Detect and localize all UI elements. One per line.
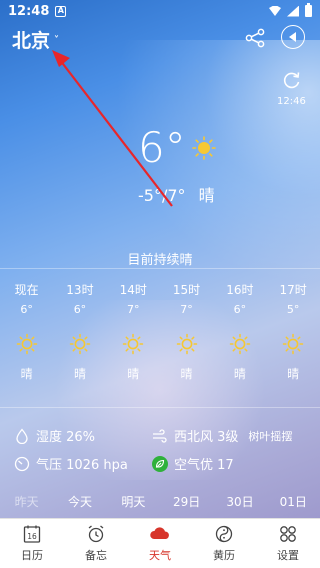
chevron-down-icon: ˅ — [54, 35, 60, 46]
calendar-icon: 16 — [23, 525, 41, 543]
pressure-item: 气压 1026 hpa — [14, 454, 128, 473]
day-tab[interactable]: 明天 — [107, 493, 160, 510]
humidity-item: 湿度 26% — [14, 426, 95, 445]
sun-icon — [69, 333, 91, 355]
day-selector: 昨天 今天 明天 29日 30日 01日 — [0, 484, 320, 518]
wind-text: 西北风 3级 — [174, 430, 239, 445]
city-name: 北京 — [12, 30, 51, 52]
hour-temp: 5° — [286, 303, 300, 316]
notification-icon: A — [55, 5, 67, 17]
wifi-icon — [269, 6, 281, 16]
hour-label: 17时 — [279, 283, 307, 297]
bottom-tab-bar: 16 日历 备忘 天气 黄历 设置 — [0, 518, 320, 568]
hourly-item: 13时 6° 晴 — [53, 269, 106, 381]
settings-grid-icon — [280, 526, 296, 542]
tab-label: 日历 — [21, 549, 43, 562]
refresh-time: 12:46 — [277, 96, 306, 107]
trend-text: 目前持续晴 — [127, 253, 193, 268]
hourly-forecast: 现在 6° 晴 13时 6° 晴 14时 7° 晴 15时 7° 晴 16时 6° 晴 17时 5° — [0, 268, 320, 381]
wind-item: 西北风 3级 树叶摇摆 — [152, 426, 292, 445]
hour-temp: 6° — [20, 303, 33, 316]
status-bar: 12:48 A — [0, 0, 320, 22]
hour-label: 14时 — [119, 283, 147, 297]
hour-temp: 6° — [73, 303, 87, 316]
current-temp: 6° — [138, 123, 186, 172]
current-condition: 晴 — [198, 186, 215, 205]
tab-settings[interactable]: 设置 — [256, 519, 320, 568]
hour-condition: 晴 — [127, 367, 140, 381]
range-value: -5°/7° — [138, 186, 186, 205]
hour-condition: 晴 — [233, 367, 246, 381]
status-time: 12:48 — [8, 3, 50, 19]
speaker-icon[interactable] — [281, 25, 305, 49]
tab-label: 备忘 — [85, 549, 107, 562]
hour-temp: 7° — [126, 303, 140, 316]
humidity-text: 湿度 26% — [36, 430, 96, 445]
hour-condition: 晴 — [180, 367, 193, 381]
day-tab[interactable]: 01日 — [267, 493, 320, 510]
tab-weather[interactable]: 天气 — [128, 519, 192, 568]
tab-label: 黄历 — [213, 549, 235, 562]
wind-icon — [153, 428, 167, 443]
pressure-text: 气压 1026 hpa — [36, 458, 128, 473]
city-selector[interactable]: 北京 ˅ — [12, 26, 59, 53]
tab-label: 天气 — [149, 549, 171, 562]
air-quality-item[interactable]: 空气优 17 — [152, 454, 234, 473]
hour-label: 16时 — [226, 283, 254, 297]
hourly-item: 15时 7° 晴 — [160, 269, 213, 381]
hourly-item: 17时 5° 晴 — [266, 269, 319, 381]
tab-memo[interactable]: 备忘 — [64, 519, 128, 568]
hour-label: 现在 — [14, 283, 39, 297]
wind-desc: 树叶摇摆 — [248, 429, 293, 443]
hour-label: 13时 — [66, 283, 94, 297]
alarm-clock-icon — [88, 525, 104, 543]
gauge-icon — [14, 456, 30, 471]
weather-details: 湿度 26% 西北风 3级 树叶摇摆 气压 1026 hpa 空气优 17 — [0, 407, 320, 483]
day-tab[interactable]: 29日 — [160, 493, 213, 510]
hour-condition: 晴 — [73, 367, 86, 381]
hour-temp: 6° — [233, 303, 247, 316]
tab-almanac[interactable]: 黄历 — [192, 519, 256, 568]
sun-icon — [16, 333, 37, 355]
day-tab[interactable]: 今天 — [53, 493, 106, 510]
temp-range: -5°/7° 晴 — [138, 182, 215, 206]
calendar-badge: 16 — [27, 532, 37, 541]
refresh-icon[interactable] — [282, 70, 302, 90]
tab-label: 设置 — [277, 549, 299, 562]
hour-condition: 晴 — [20, 367, 33, 381]
battery-icon — [305, 3, 312, 17]
share-icon[interactable] — [244, 28, 266, 48]
hourly-item: 现在 6° 晴 — [0, 269, 53, 381]
hour-temp: 7° — [180, 303, 193, 316]
day-tab[interactable]: 昨天 — [0, 493, 53, 510]
yin-yang-icon — [215, 525, 233, 543]
day-tab[interactable]: 30日 — [213, 493, 266, 510]
hourly-item: 16时 6° 晴 — [213, 269, 266, 381]
tab-calendar[interactable]: 16 日历 — [0, 519, 64, 568]
cloud-icon — [150, 527, 169, 539]
sun-icon — [191, 136, 216, 160]
sun-icon — [282, 333, 304, 355]
air-quality-text: 空气优 17 — [174, 458, 234, 473]
sun-icon — [122, 333, 144, 355]
sun-icon — [229, 333, 251, 355]
current-weather: 6° — [138, 124, 216, 172]
signal-icon — [287, 5, 299, 17]
hour-condition: 晴 — [287, 367, 300, 381]
hour-label: 15时 — [172, 283, 201, 297]
droplet-icon — [16, 427, 28, 444]
hourly-item: 14时 7° 晴 — [107, 269, 160, 381]
leaf-icon — [152, 455, 168, 472]
sun-icon — [176, 333, 197, 355]
